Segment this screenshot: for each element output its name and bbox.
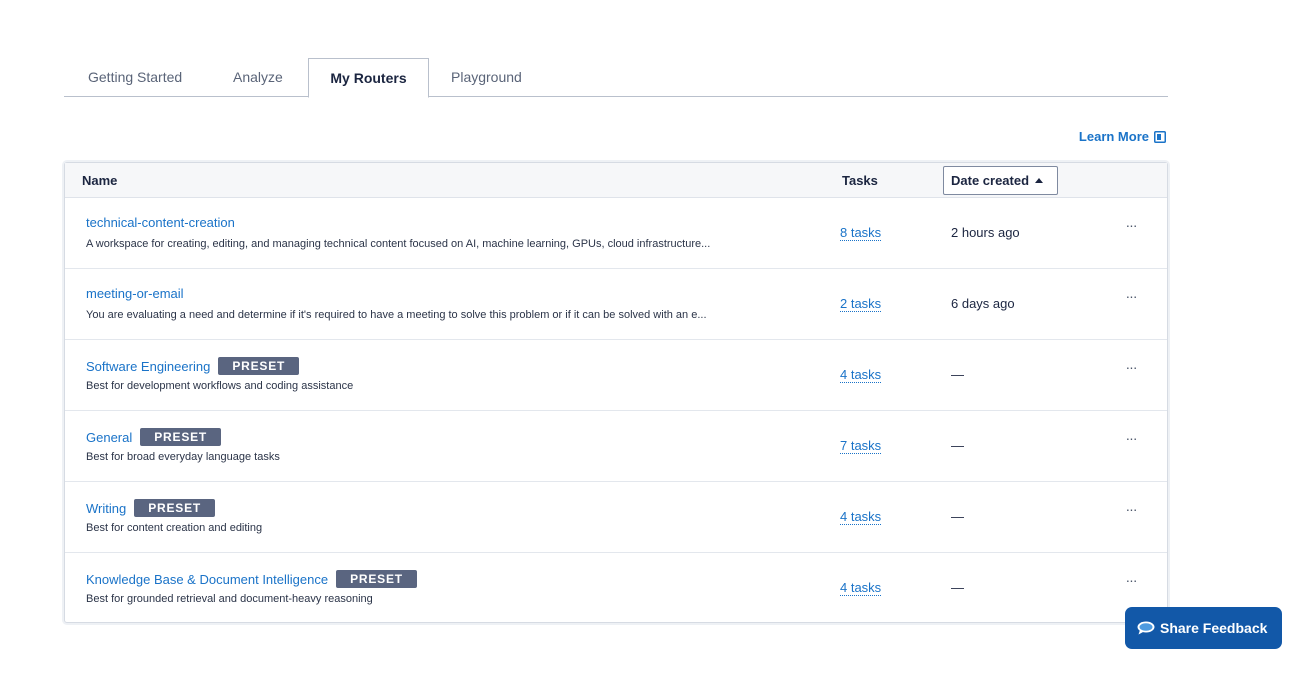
sort-ascending-icon — [1035, 178, 1044, 183]
tab-my-routers[interactable]: My Routers — [308, 58, 429, 98]
row-title-line: meeting-or-email — [86, 286, 184, 301]
table-row: Knowledge Base & Document Intelligence PR… — [65, 553, 1167, 624]
more-actions-icon[interactable]: ··· — [1123, 573, 1139, 591]
header-date-label: Date created — [951, 173, 1030, 188]
row-title-line: Knowledge Base & Document Intelligence PR… — [86, 570, 417, 588]
book-icon — [1154, 130, 1166, 143]
tab-playground[interactable]: Playground — [451, 58, 522, 97]
router-name-link[interactable]: technical-content-creation — [86, 215, 235, 230]
row-title-line: Writing PRESET — [86, 499, 216, 517]
preset-badge: PRESET — [218, 357, 300, 375]
row-title-line: General PRESET — [86, 428, 222, 446]
router-name-link[interactable]: Writing — [86, 501, 126, 516]
tasks-count-link[interactable]: 4 tasks — [840, 580, 882, 596]
router-description: Best for content creation and editing — [86, 522, 263, 534]
date-created: — — [951, 367, 964, 382]
tab-bar: Getting Started Analyze My Routers Playg… — [64, 58, 1168, 98]
more-actions-icon[interactable]: ··· — [1123, 502, 1139, 520]
header-tasks: Tasks — [842, 173, 878, 188]
preset-badge: PRESET — [140, 428, 222, 446]
router-name-link[interactable]: Knowledge Base & Document Intelligence — [86, 572, 328, 587]
header-name: Name — [82, 173, 118, 188]
preset-badge: PRESET — [336, 570, 417, 588]
table-row: General PRESET Best for broad everyday lan… — [65, 411, 1167, 482]
tasks-count-link[interactable]: 4 tasks — [840, 367, 882, 383]
table-row: technical-content-creation A workspace fo… — [65, 198, 1167, 269]
router-description: Best for broad everyday language tasks — [86, 451, 280, 463]
tasks-count-link[interactable]: 8 tasks — [840, 225, 882, 241]
share-feedback-label: Share Feedback — [1160, 620, 1268, 636]
router-description: You are evaluating a need and determine … — [86, 309, 707, 321]
learn-more-label: Learn More — [1078, 129, 1149, 144]
header-date-created-sort-button[interactable]: Date created — [943, 166, 1058, 195]
router-name-link[interactable]: General — [86, 430, 132, 445]
routers-table: Name Tasks Date created technical-conten… — [64, 162, 1168, 623]
table-row: Software Engineering PRESET Best for devel… — [65, 340, 1167, 411]
date-created: — — [951, 580, 964, 595]
chat-bubble-icon — [1137, 621, 1155, 635]
tasks-count-link[interactable]: 7 tasks — [840, 438, 882, 454]
router-name-link[interactable]: meeting-or-email — [86, 286, 184, 301]
tasks-count-link[interactable]: 4 tasks — [840, 509, 882, 525]
row-title-line: Software Engineering PRESET — [86, 357, 300, 375]
more-actions-icon[interactable]: ··· — [1123, 431, 1139, 449]
router-description: A workspace for creating, editing, and m… — [86, 238, 711, 250]
row-title-line: technical-content-creation — [86, 215, 235, 230]
more-actions-icon[interactable]: ··· — [1123, 289, 1139, 307]
table-header: Name Tasks Date created — [65, 163, 1167, 198]
router-description: Best for development workflows and codin… — [86, 380, 354, 392]
share-feedback-button[interactable]: Share Feedback — [1125, 607, 1282, 649]
more-actions-icon[interactable]: ··· — [1123, 218, 1139, 236]
tab-getting-started[interactable]: Getting Started — [88, 58, 182, 97]
tab-analyze[interactable]: Analyze — [233, 58, 283, 97]
router-name-link[interactable]: Software Engineering — [86, 359, 210, 374]
date-created: — — [951, 438, 964, 453]
learn-more-link[interactable]: Learn More — [1079, 129, 1166, 144]
more-actions-icon[interactable]: ··· — [1123, 360, 1139, 378]
table-row: Writing PRESET Best for content creation a… — [65, 482, 1167, 553]
date-created: 6 days ago — [951, 296, 1015, 311]
tasks-count-link[interactable]: 2 tasks — [840, 296, 882, 312]
date-created: — — [951, 509, 964, 524]
router-description: Best for grounded retrieval and document… — [86, 593, 373, 605]
preset-badge: PRESET — [134, 499, 216, 517]
date-created: 2 hours ago — [951, 225, 1020, 240]
table-row: meeting-or-email You are evaluating a nee… — [65, 269, 1167, 340]
